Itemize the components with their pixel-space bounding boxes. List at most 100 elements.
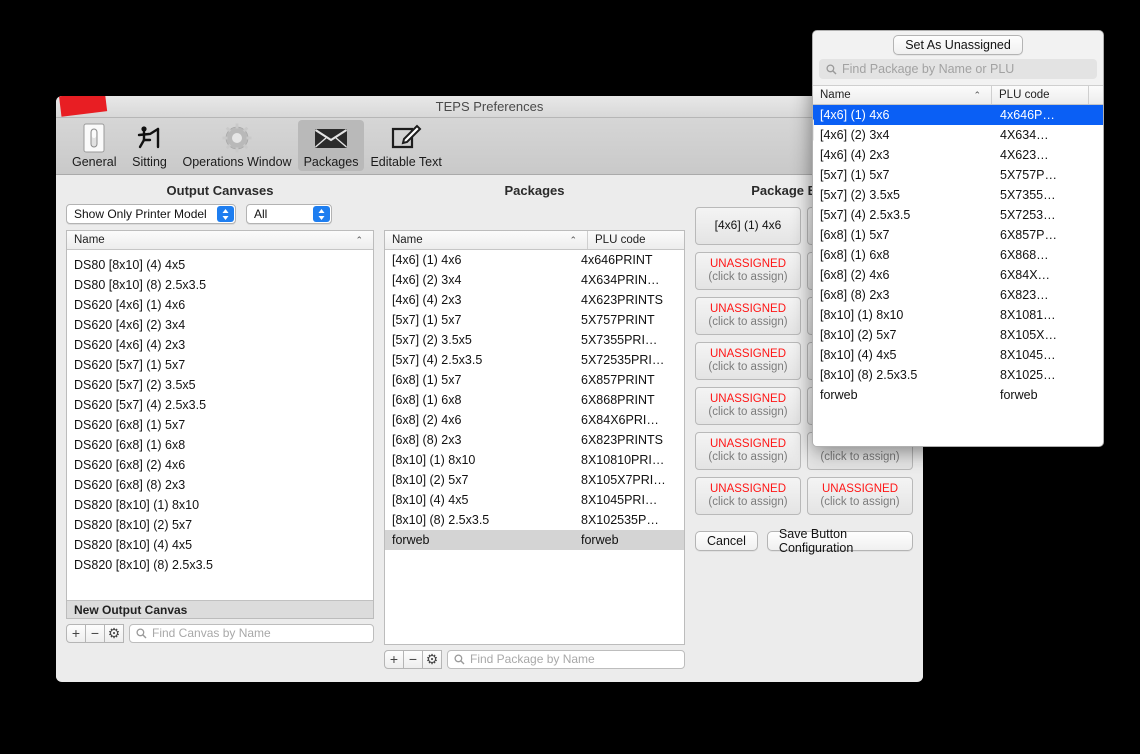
table-row[interactable]: [5x7] (1) 5x7 5X757PRINT: [385, 310, 684, 330]
search-icon: [136, 627, 147, 639]
table-row[interactable]: [4x6] (2) 3x4 4X634PRIN…: [385, 270, 684, 290]
package-search-input[interactable]: Find Package by Name: [446, 649, 685, 669]
table-row[interactable]: [6x8] (8) 2x3 6X823PRINTS: [385, 430, 684, 450]
table-row[interactable]: [4x6] (1) 4x6 4x646PRINT: [385, 250, 684, 270]
package-gear-icon[interactable]: ⚙: [421, 649, 442, 669]
toolbar-item-editable-text[interactable]: Editable Text: [364, 120, 447, 171]
table-row[interactable]: forweb forweb: [384, 530, 684, 550]
popover-list-item[interactable]: [4x6] (2) 3x4 4X634…: [813, 125, 1103, 145]
popover-list-item[interactable]: [5x7] (1) 5x7 5X757P…: [813, 165, 1103, 185]
package-button-unassigned[interactable]: UNASSIGNED(click to assign): [807, 477, 913, 515]
package-button-unassigned[interactable]: UNASSIGNED(click to assign): [695, 252, 801, 290]
list-item[interactable]: DS620 [5x7] (4) 2.5x3.5: [67, 395, 373, 415]
popover-list-item[interactable]: [4x6] (4) 2x3 4X623…: [813, 145, 1103, 165]
popover-list-item[interactable]: [8x10] (1) 8x10 8X1081…: [813, 305, 1103, 325]
list-item[interactable]: DS620 [4x6] (1) 4x6: [67, 295, 373, 315]
table-cell-name: [6x8] (2) 4x6: [391, 413, 462, 427]
list-item[interactable]: DS620 [4x6] (2) 3x4: [67, 315, 373, 335]
table-row[interactable]: [8x10] (8) 2.5x3.5 8X102535P…: [385, 510, 684, 530]
package-button-assigned[interactable]: [4x6] (1) 4x6: [695, 207, 801, 245]
popover-list-item[interactable]: forweb forweb: [813, 385, 1103, 405]
list-item-label: DS80 [8x10] (4) 4x5: [74, 258, 186, 272]
list-item[interactable]: DS620 [6x8] (1) 5x7: [67, 415, 373, 435]
popover-list-item[interactable]: [8x10] (4) 4x5 8X1045…: [813, 345, 1103, 365]
popover-list-item[interactable]: [8x10] (2) 5x7 8X105X…: [813, 325, 1103, 345]
popover-list-item[interactable]: [4x6] (1) 4x6 4x646P…: [813, 105, 1103, 125]
table-cell-plu: 8X105X7PRI…: [581, 473, 666, 487]
table-row[interactable]: [6x8] (2) 4x6 6X84X6PRI…: [385, 410, 684, 430]
table-cell-name: [8x10] (4) 4x5: [391, 493, 469, 507]
package-picker-popover: Set As Unassigned Find Package by Name o…: [812, 30, 1104, 447]
list-item[interactable]: DS620 [4x6] (4) 2x3: [67, 335, 373, 355]
popover-list-item[interactable]: [8x10] (8) 2.5x3.5 8X1025…: [813, 365, 1103, 385]
popover-list-item[interactable]: [6x8] (8) 2x3 6X823…: [813, 285, 1103, 305]
table-cell-name: [5x7] (1) 5x7: [391, 313, 462, 327]
popover-list-item[interactable]: [6x8] (2) 4x6 6X84X…: [813, 265, 1103, 285]
table-row[interactable]: [6x8] (1) 5x7 6X857PRINT: [385, 370, 684, 390]
popover-list-item[interactable]: [5x7] (2) 3.5x5 5X7355…: [813, 185, 1103, 205]
table-row[interactable]: [8x10] (1) 8x10 8X10810PRI…: [385, 450, 684, 470]
popover-cell-plu: 4X623…: [1000, 148, 1049, 162]
package-button-label: UNASSIGNED: [709, 302, 787, 315]
cancel-button[interactable]: Cancel: [695, 531, 758, 551]
list-item[interactable]: DS620 [6x8] (2) 4x6: [67, 455, 373, 475]
list-item[interactable]: DS620 [5x7] (1) 5x7: [67, 355, 373, 375]
column-header-name[interactable]: Name ⌃: [67, 231, 373, 249]
output-canvases-rows[interactable]: DS80 [8x10] (4) 4x5 DS80 [8x10] (8) 2.5x3…: [67, 250, 373, 600]
list-item[interactable]: DS620 [6x8] (1) 6x8: [67, 435, 373, 455]
toolbar-label-general: General: [72, 155, 117, 169]
popover-search-input[interactable]: Find Package by Name or PLU: [819, 59, 1097, 79]
new-output-canvas-row[interactable]: New Output Canvas: [67, 600, 373, 618]
popover-list-item[interactable]: [6x8] (1) 6x8 6X868…: [813, 245, 1103, 265]
popover-cell-name: forweb: [820, 388, 858, 402]
table-row[interactable]: [8x10] (4) 4x5 8X1045PRI…: [385, 490, 684, 510]
table-row[interactable]: [5x7] (2) 3.5x5 5X7355PRI…: [385, 330, 684, 350]
save-button-configuration-button[interactable]: Save Button Configuration: [766, 527, 913, 555]
list-item-label: DS820 [8x10] (2) 5x7: [74, 518, 193, 532]
table-row[interactable]: [5x7] (4) 2.5x3.5 5X72535PRI…: [385, 350, 684, 370]
toolbar-label-sitting: Sitting: [132, 155, 167, 169]
add-package-button[interactable]: +: [383, 649, 404, 669]
canvas-search-input[interactable]: Find Canvas by Name: [129, 623, 374, 643]
toolbar-item-general[interactable]: General: [66, 120, 122, 171]
list-item[interactable]: DS820 [8x10] (8) 2.5x3.5: [67, 555, 373, 575]
popover-list-item[interactable]: [6x8] (1) 5x7 6X857P…: [813, 225, 1103, 245]
package-button-unassigned[interactable]: UNASSIGNED(click to assign): [695, 342, 801, 380]
popover-list-item[interactable]: [5x7] (4) 2.5x3.5 5X7253…: [813, 205, 1103, 225]
table-row[interactable]: [4x6] (4) 2x3 4X623PRINTS: [385, 290, 684, 310]
toolbar-item-packages[interactable]: Packages: [297, 120, 365, 171]
table-cell-plu: 4X634PRIN…: [581, 273, 660, 287]
package-button-unassigned[interactable]: UNASSIGNED(click to assign): [695, 387, 801, 425]
remove-canvas-button[interactable]: −: [85, 623, 105, 643]
package-button-unassigned[interactable]: UNASSIGNED(click to assign): [695, 477, 801, 515]
column-header-plu[interactable]: PLU code: [992, 86, 1088, 104]
preferences-content: Output Canvases Show Only Printer Model …: [56, 175, 923, 681]
list-item[interactable]: DS820 [8x10] (2) 5x7: [67, 515, 373, 535]
table-cell-name: [8x10] (2) 5x7: [391, 473, 469, 487]
remove-package-button[interactable]: −: [402, 649, 423, 669]
toolbar-item-operations-window[interactable]: Operations Window: [176, 120, 297, 171]
printer-model-filter-select[interactable]: Show Only Printer Model: [66, 204, 236, 224]
list-item[interactable]: DS80 [8x10] (4) 4x5: [67, 255, 373, 275]
size-filter-select[interactable]: All: [246, 204, 332, 224]
column-header-name[interactable]: Name ⌃: [385, 231, 587, 249]
table-row[interactable]: [8x10] (2) 5x7 8X105X7PRI…: [385, 470, 684, 490]
list-item[interactable]: DS620 [5x7] (2) 3.5x5: [67, 375, 373, 395]
package-button-unassigned[interactable]: UNASSIGNED(click to assign): [695, 297, 801, 335]
canvas-gear-icon[interactable]: ⚙: [104, 623, 124, 643]
edit-icon: [390, 122, 422, 154]
table-row[interactable]: [6x8] (1) 6x8 6X868PRINT: [385, 390, 684, 410]
column-header-name[interactable]: Name ⌃: [813, 86, 991, 104]
packages-rows[interactable]: [4x6] (1) 4x6 4x646PRINT [4x6] (2) 3x4 4X63…: [384, 250, 684, 644]
toolbar-item-sitting[interactable]: Sitting: [122, 120, 176, 171]
list-item[interactable]: DS620 [6x8] (8) 2x3: [67, 475, 373, 495]
list-item[interactable]: DS820 [8x10] (4) 4x5: [67, 535, 373, 555]
popover-header: Set As Unassigned: [813, 31, 1103, 59]
add-canvas-button[interactable]: +: [66, 623, 86, 643]
package-button-unassigned[interactable]: UNASSIGNED(click to assign): [695, 432, 801, 470]
column-header-plu[interactable]: PLU code: [588, 231, 684, 249]
popover-rows[interactable]: [4x6] (1) 4x6 4x646P… [4x6] (2) 3x4 4X634…[…: [813, 105, 1103, 446]
list-item[interactable]: DS80 [8x10] (8) 2.5x3.5: [67, 275, 373, 295]
list-item[interactable]: DS820 [8x10] (1) 8x10: [67, 495, 373, 515]
set-as-unassigned-button[interactable]: Set As Unassigned: [893, 35, 1023, 55]
